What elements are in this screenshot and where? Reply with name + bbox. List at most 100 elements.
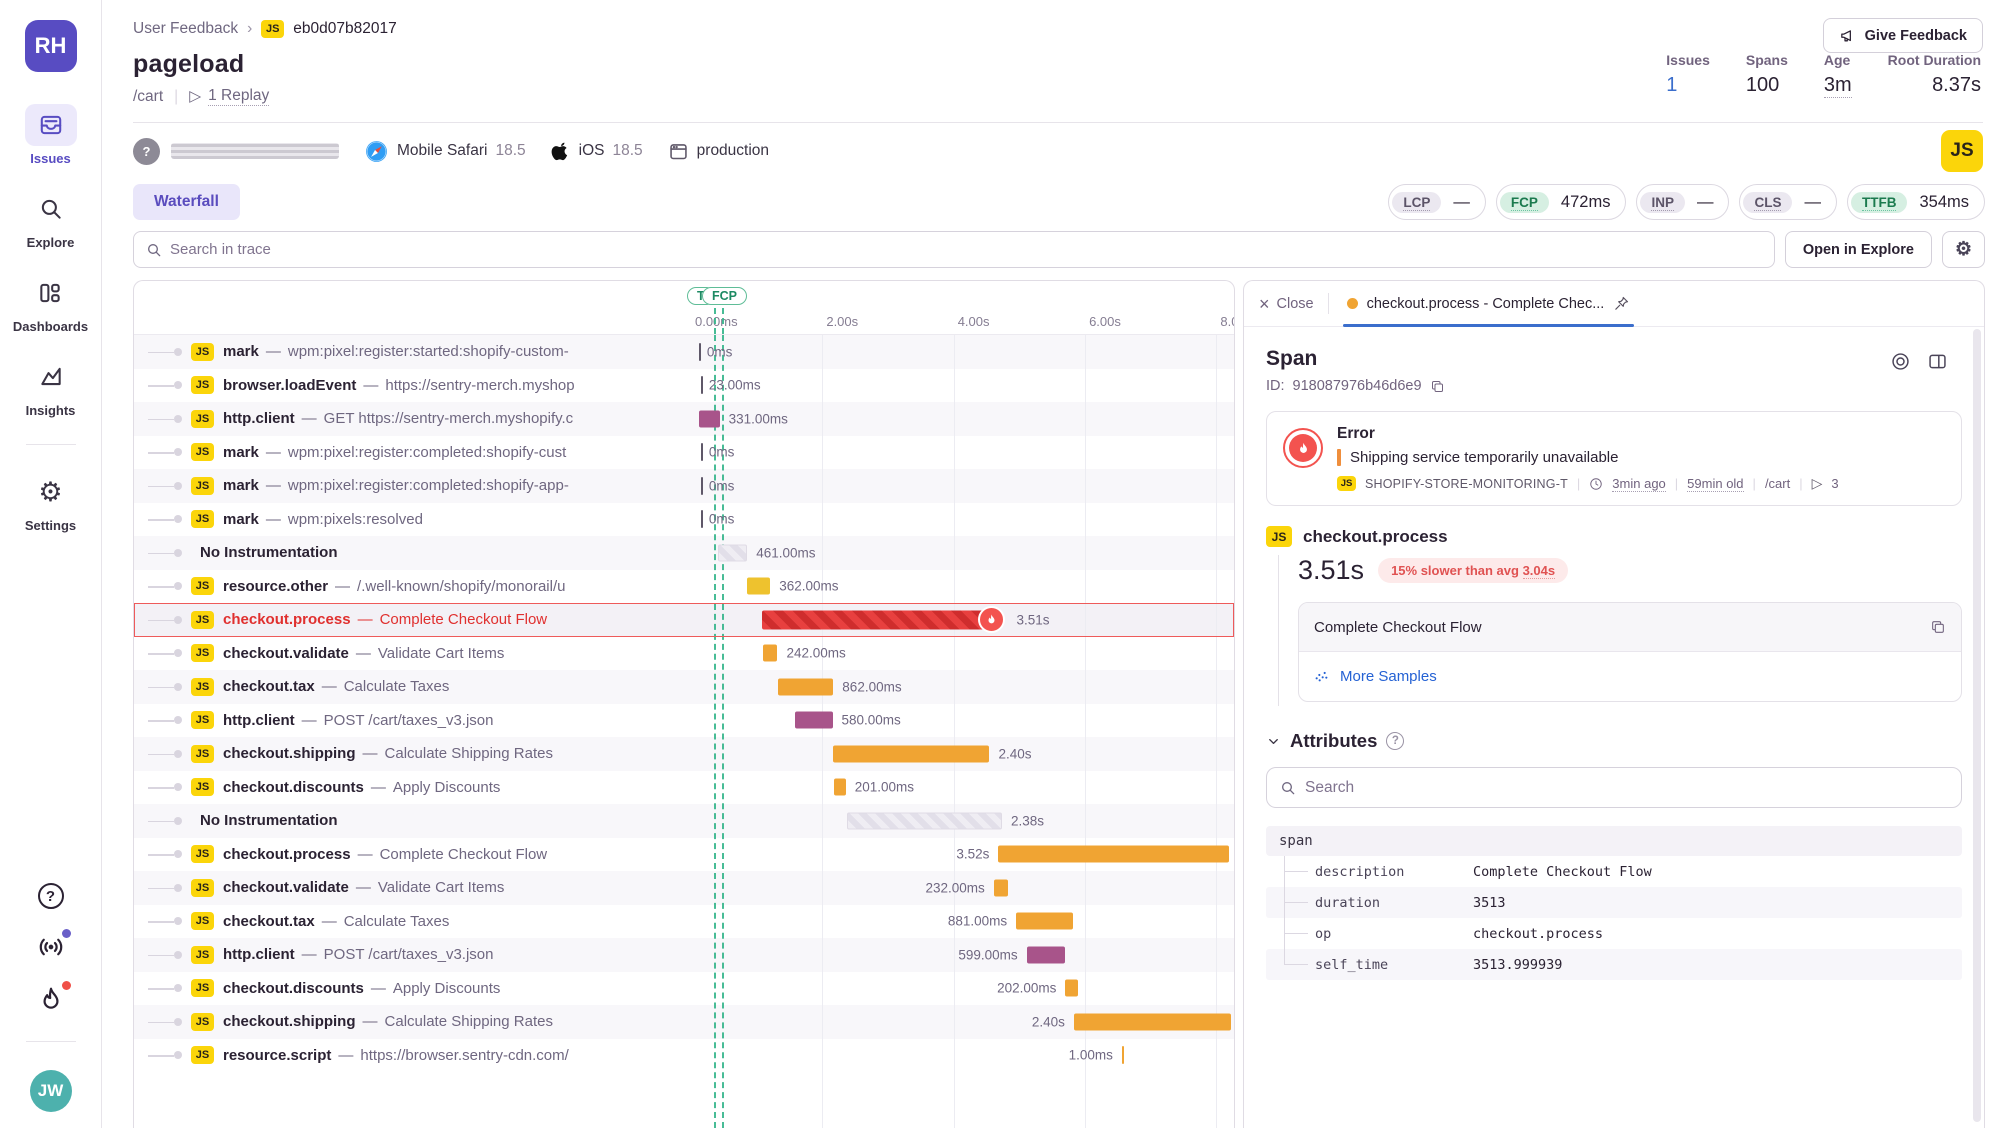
trace-row[interactable]: JScheckout.validate—Validate Cart Items2… (134, 871, 1234, 905)
org-avatar[interactable]: RH (25, 20, 77, 72)
error-title: Error (1337, 425, 1839, 443)
trace-row[interactable]: JSmark—wpm:pixel:register:completed:shop… (134, 436, 1234, 470)
trace-row[interactable]: JScheckout.validate—Validate Cart Items2… (134, 637, 1234, 671)
chevron-down-icon[interactable] (1266, 734, 1281, 749)
avg-duration[interactable]: 3.04s (1523, 563, 1556, 579)
trace-row[interactable]: JScheckout.shipping—Calculate Shipping R… (134, 737, 1234, 771)
trace-row[interactable]: No Instrumentation461.00ms (134, 536, 1234, 570)
pin-icon[interactable] (1613, 295, 1630, 312)
attribute-row[interactable]: duration3513 (1266, 887, 1962, 918)
trace-row[interactable]: JSmark—wpm:pixel:register:completed:shop… (134, 469, 1234, 503)
more-samples-row[interactable]: More Samples (1299, 652, 1961, 701)
trace-row[interactable]: JSresource.other—/.well-known/shopify/mo… (134, 570, 1234, 604)
focus-span-icon[interactable] (1890, 351, 1911, 372)
span-marker[interactable] (701, 376, 704, 394)
span-bar[interactable] (718, 544, 747, 561)
breadcrumb-parent[interactable]: User Feedback (133, 20, 238, 38)
stat-value[interactable]: 3m (1824, 74, 1852, 98)
error-age[interactable]: 3min ago (1612, 476, 1665, 492)
span-bar[interactable] (1074, 1013, 1231, 1030)
replay-link[interactable]: ▷ 1 Replay (189, 87, 269, 106)
help-icon[interactable]: ? (1386, 732, 1404, 750)
trace-row[interactable]: JSbrowser.loadEvent—https://sentry-merch… (134, 369, 1234, 403)
span-bar[interactable] (834, 779, 846, 796)
vital-fcp[interactable]: FCP472ms (1496, 184, 1627, 220)
trace-row[interactable]: No Instrumentation2.38s (134, 804, 1234, 838)
span-bar[interactable] (763, 645, 778, 662)
span-bar[interactable] (833, 745, 990, 762)
trace-row[interactable]: JSmark—wpm:pixel:register:started:shopif… (134, 335, 1234, 369)
trace-settings-button[interactable]: ⚙ (1942, 231, 1985, 268)
search-in-trace-input[interactable] (170, 241, 1762, 258)
safari-icon (364, 139, 389, 164)
vital-inp[interactable]: INP— (1636, 184, 1729, 220)
span-marker[interactable] (699, 343, 702, 361)
error-old[interactable]: 59min old (1687, 476, 1743, 492)
span-bar[interactable] (1027, 946, 1065, 963)
trace-row[interactable]: JScheckout.process—Complete Checkout Flo… (134, 603, 1234, 637)
trace-row[interactable]: JShttp.client—POST /cart/taxes_v3.json59… (134, 938, 1234, 972)
sidebar-item-dashboards[interactable]: Dashboards (13, 272, 88, 334)
span-bar[interactable] (1065, 980, 1077, 997)
trace-search-box[interactable] (133, 231, 1775, 268)
attribute-row[interactable]: opcheckout.process (1266, 918, 1962, 949)
span-description-row[interactable]: Complete Checkout Flow (1299, 603, 1961, 652)
trace-row[interactable]: JShttp.client—GET https://sentry-merch.m… (134, 402, 1234, 436)
layout-panel-icon[interactable] (1927, 351, 1948, 372)
drawer-close-button[interactable]: × Close (1259, 281, 1314, 326)
error-issue-code[interactable]: SHOPIFY-STORE-MONITORING-T (1365, 477, 1568, 491)
span-bar-canvas: 580.00ms (683, 704, 1234, 738)
sidebar-item-insights[interactable]: Insights (25, 356, 77, 418)
span-marker[interactable] (1122, 1046, 1125, 1064)
span-row-name: No Instrumentation (134, 804, 683, 838)
span-bar[interactable] (795, 712, 832, 729)
stat-value[interactable]: 1 (1666, 74, 1677, 97)
trace-row[interactable]: JScheckout.shipping—Calculate Shipping R… (134, 1005, 1234, 1039)
copy-icon[interactable] (1930, 619, 1946, 635)
trace-row[interactable]: JScheckout.process—Complete Checkout Flo… (134, 838, 1234, 872)
tab-waterfall[interactable]: Waterfall (133, 184, 240, 220)
whats-new-button[interactable] (37, 933, 65, 961)
trace-row[interactable]: JSmark—wpm:pixels:resolved0ms (134, 503, 1234, 537)
span-bar[interactable] (847, 812, 1002, 829)
sidebar-item-settings[interactable]: ⚙ Settings (25, 471, 77, 533)
sidebar-item-explore[interactable]: Explore (25, 188, 77, 250)
span-bar[interactable] (998, 846, 1228, 863)
vitals-marker-pill[interactable]: FCP (702, 287, 747, 305)
open-in-explore-button[interactable]: Open in Explore (1785, 231, 1932, 268)
help-button[interactable]: ? (38, 883, 64, 909)
span-marker[interactable] (701, 510, 704, 528)
vital-lcp[interactable]: LCP— (1388, 184, 1486, 220)
span-bar[interactable] (747, 578, 770, 595)
span-marker[interactable] (701, 443, 704, 461)
vital-cls[interactable]: CLS— (1739, 184, 1837, 220)
play-icon: ▷ (1812, 475, 1823, 492)
give-feedback-button[interactable]: Give Feedback (1823, 18, 1983, 53)
span-bar[interactable] (1016, 913, 1073, 930)
trace-row[interactable]: JScheckout.discounts—Apply Discounts201.… (134, 771, 1234, 805)
trace-row[interactable]: JScheckout.discounts—Apply Discounts202.… (134, 972, 1234, 1006)
span-marker[interactable] (701, 477, 704, 495)
user-avatar[interactable]: JW (30, 1070, 72, 1112)
drawer-tab-checkout-process[interactable]: checkout.process - Complete Chec... (1343, 281, 1635, 326)
copy-icon[interactable] (1430, 379, 1445, 394)
span-bar[interactable] (994, 879, 1008, 896)
attribute-row[interactable]: descriptionComplete Checkout Flow (1266, 856, 1962, 887)
span-bar[interactable] (699, 410, 720, 427)
trace-row[interactable]: JShttp.client—POST /cart/taxes_v3.json58… (134, 704, 1234, 738)
sidebar-item-issues[interactable]: Issues (25, 104, 77, 166)
attributes-search-input[interactable] (1305, 779, 1948, 797)
onboarding-button[interactable] (37, 985, 65, 1013)
js-platform-icon: JS (191, 410, 214, 428)
attribute-value: 3513.999939 (1473, 957, 1562, 973)
error-card[interactable]: Error Shipping service temporarily unava… (1266, 411, 1962, 506)
trace-row[interactable]: JScheckout.tax—Calculate Taxes881.00ms (134, 905, 1234, 939)
trace-row[interactable]: JScheckout.tax—Calculate Taxes862.00ms (134, 670, 1234, 704)
span-bar[interactable] (762, 610, 992, 629)
trace-row[interactable]: JSresource.script—https://browser.sentry… (134, 1039, 1234, 1073)
attributes-search-box[interactable] (1266, 767, 1962, 808)
span-bar[interactable] (778, 678, 834, 695)
attribute-row[interactable]: self_time3513.999939 (1266, 949, 1962, 980)
vital-ttfb[interactable]: TTFB354ms (1847, 184, 1985, 220)
drawer-scrollbar[interactable] (1973, 329, 1981, 1122)
